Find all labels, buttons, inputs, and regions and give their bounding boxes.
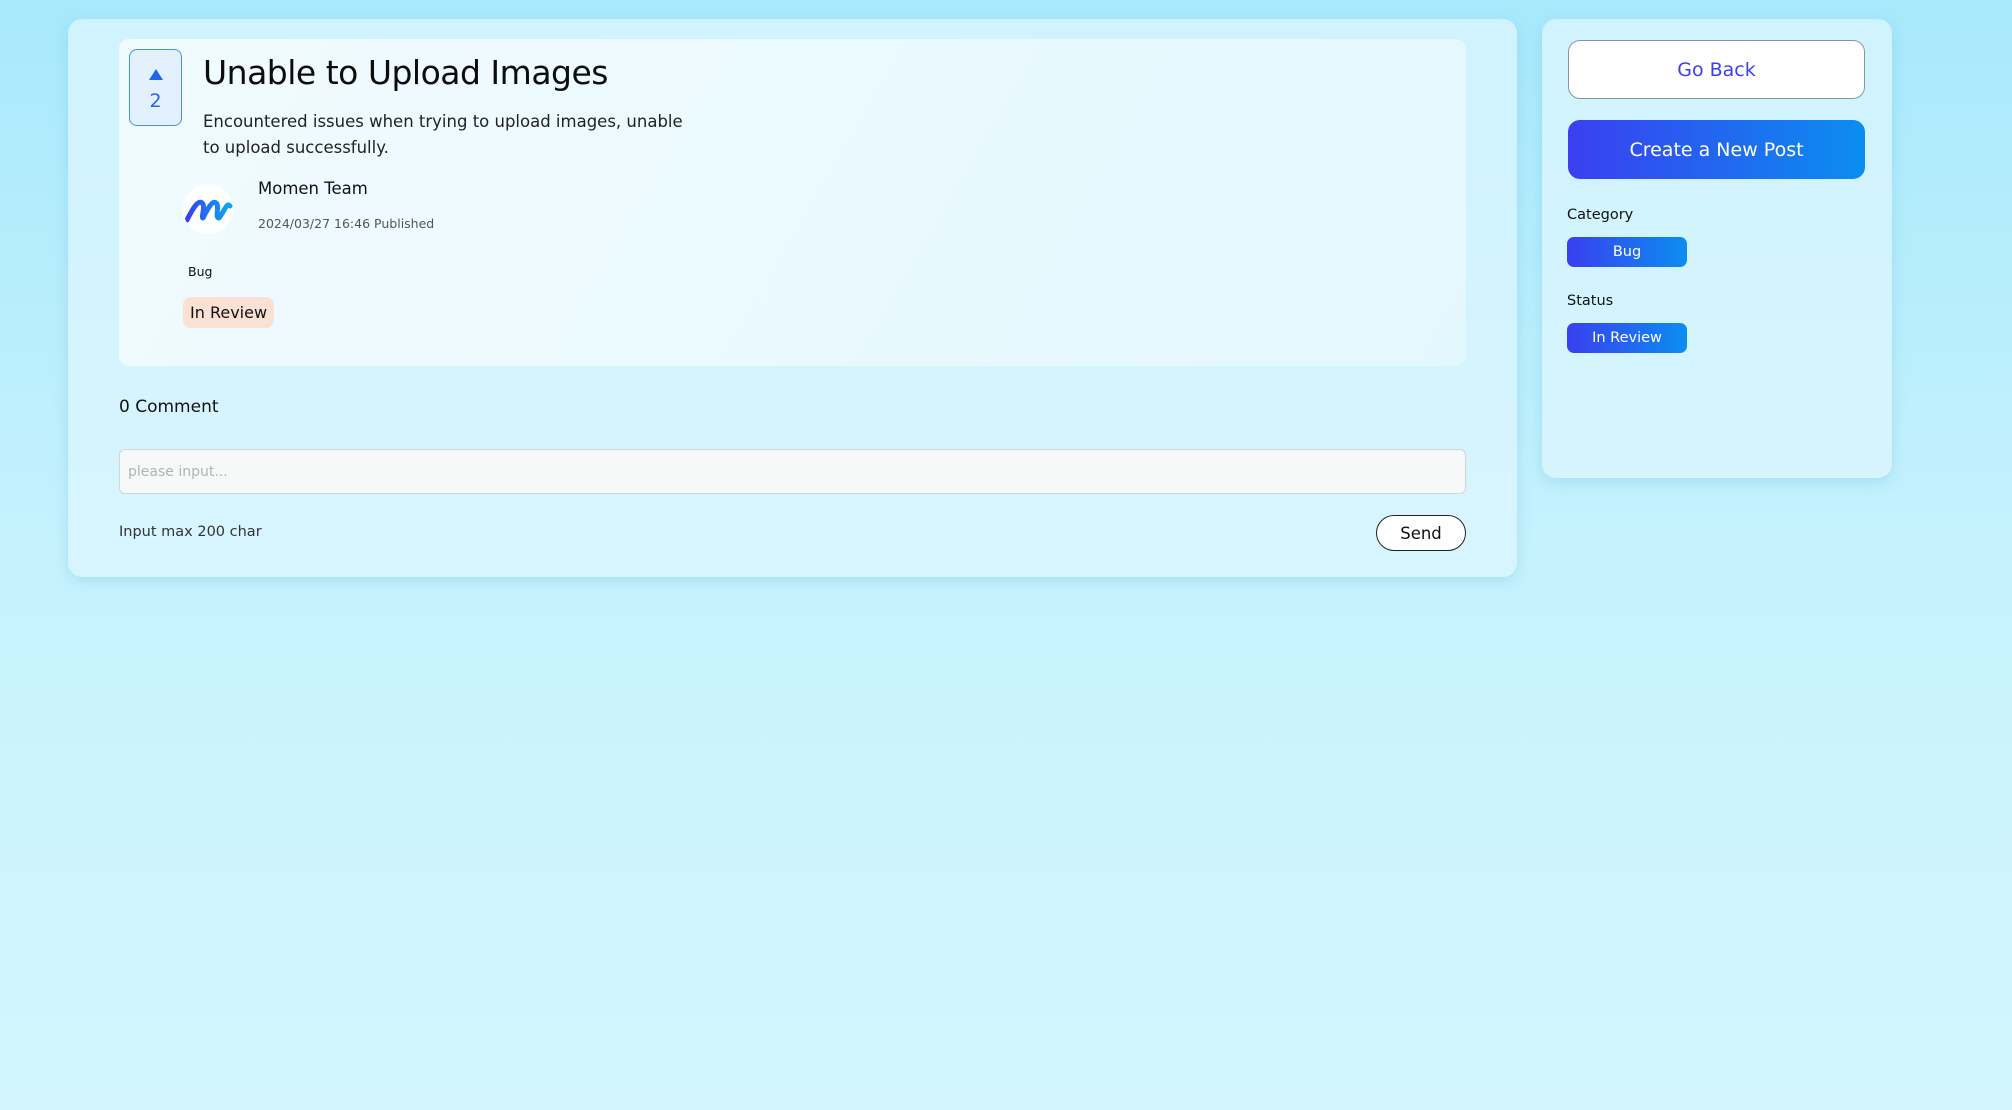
post-category: Bug — [188, 264, 213, 279]
publish-meta: 2024/03/27 16:46 Published — [258, 216, 438, 231]
momen-logo-icon — [184, 199, 233, 223]
author-avatar — [183, 184, 233, 234]
go-back-button[interactable]: Go Back — [1568, 40, 1865, 99]
upvote-button[interactable]: 2 — [129, 49, 182, 126]
triangle-up-icon — [149, 69, 163, 80]
input-limit-hint: Input max 200 char — [119, 524, 262, 540]
author-name: Momen Team — [258, 179, 368, 198]
create-new-post-button[interactable]: Create a New Post — [1568, 120, 1865, 179]
category-tag[interactable]: Bug — [1567, 237, 1687, 267]
comment-count: 0 Comment — [119, 397, 219, 417]
published-label: Published — [374, 216, 435, 231]
status-tag[interactable]: In Review — [1567, 323, 1687, 353]
status-badge: In Review — [183, 297, 275, 328]
comment-input[interactable] — [119, 449, 1466, 494]
status-heading: Status — [1567, 293, 1614, 309]
send-button[interactable]: Send — [1376, 515, 1466, 551]
vote-count: 2 — [149, 90, 162, 112]
sidebar-card: Go Back Create a New Post Category Bug S… — [1542, 19, 1892, 478]
post-panel: 2 Unable to Upload Images Encountered is… — [119, 39, 1466, 366]
post-detail-card: 2 Unable to Upload Images Encountered is… — [68, 19, 1517, 577]
category-heading: Category — [1567, 207, 1634, 223]
publish-date: 2024/03/27 16:46 — [258, 216, 371, 231]
post-title: Unable to Upload Images — [203, 53, 608, 92]
post-description: Encountered issues when trying to upload… — [203, 112, 683, 157]
